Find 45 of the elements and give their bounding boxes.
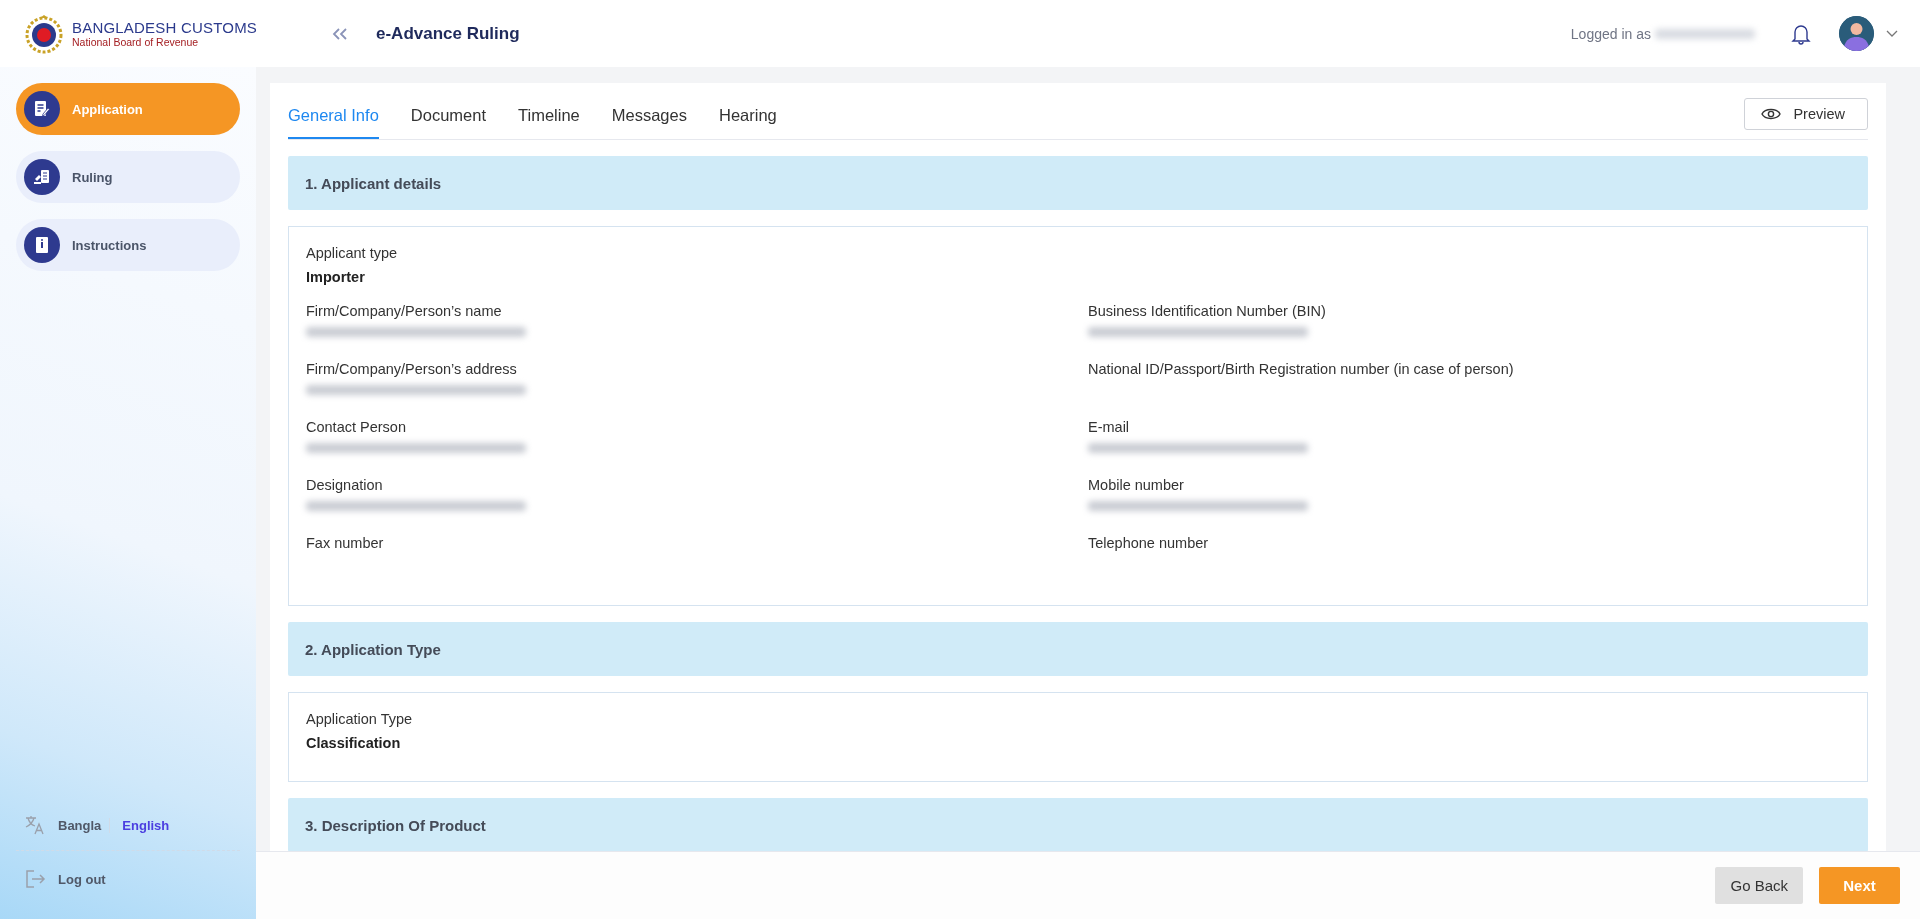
tab[interactable]: Timeline [518, 106, 580, 139]
field-label: Fax number [306, 535, 385, 551]
field-label: Firm/Company/Person’s name [306, 303, 503, 319]
sidebar-nav-item[interactable]: Instructions [16, 219, 240, 271]
collapse-sidebar-button[interactable] [332, 26, 348, 41]
logout-icon [24, 869, 46, 889]
book-info-icon [34, 236, 50, 254]
translate-icon [24, 814, 46, 836]
field-label: Firm/Company/Person’s address [306, 361, 518, 377]
language-option[interactable]: Bangla [58, 817, 110, 833]
back-button[interactable]: Go Back [1715, 867, 1803, 904]
section-header: 2. Application Type [288, 622, 1868, 676]
field-label: Mobile number [1088, 477, 1185, 493]
logout-button[interactable]: Log out [16, 851, 240, 919]
eye-icon [1761, 107, 1782, 121]
preview-button[interactable]: Preview [1744, 98, 1868, 130]
field-label: E-mail [1088, 419, 1131, 435]
field-value: Classification [306, 735, 402, 751]
field-label: Designation [306, 477, 384, 493]
field-label: Contact Person [306, 419, 407, 435]
tab[interactable]: Hearing [718, 106, 777, 139]
field-label: Application Type [306, 711, 414, 727]
brand-subtitle: National Board of Revenue [72, 36, 200, 48]
document-edit-icon [34, 100, 50, 118]
field-label: Business Identification Number (BIN) [1088, 303, 1327, 319]
tab[interactable]: Messages [611, 106, 687, 139]
gavel-document-icon [33, 168, 51, 186]
field-label: Applicant type [306, 245, 399, 261]
field-label: National ID/Passport/Birth Registration number (in case of person) [1088, 361, 1515, 377]
chevron-down-icon[interactable] [1886, 29, 1898, 38]
tab[interactable]: General Info [288, 106, 379, 139]
sidebar-nav-item[interactable]: Ruling [16, 151, 240, 203]
field-label: Telephone number [1088, 535, 1210, 551]
language-option[interactable]: English [109, 817, 178, 833]
customs-emblem-logo [24, 13, 64, 54]
double-chevron-left-icon [332, 26, 348, 41]
page-title: e-Advance Ruling [376, 23, 520, 44]
section-header: 1. Applicant details [288, 156, 1868, 210]
brand-title: BANGLADESH CUSTOMS [72, 19, 258, 36]
avatar-silhouette[interactable] [1839, 16, 1874, 51]
tab[interactable]: Document [410, 106, 486, 139]
logged-in-label: Logged in as [1570, 25, 1651, 42]
notification-bell-icon[interactable] [1791, 22, 1811, 45]
section-header: 3. Description Of Product [288, 798, 1868, 852]
field-value: Importer [306, 269, 366, 285]
